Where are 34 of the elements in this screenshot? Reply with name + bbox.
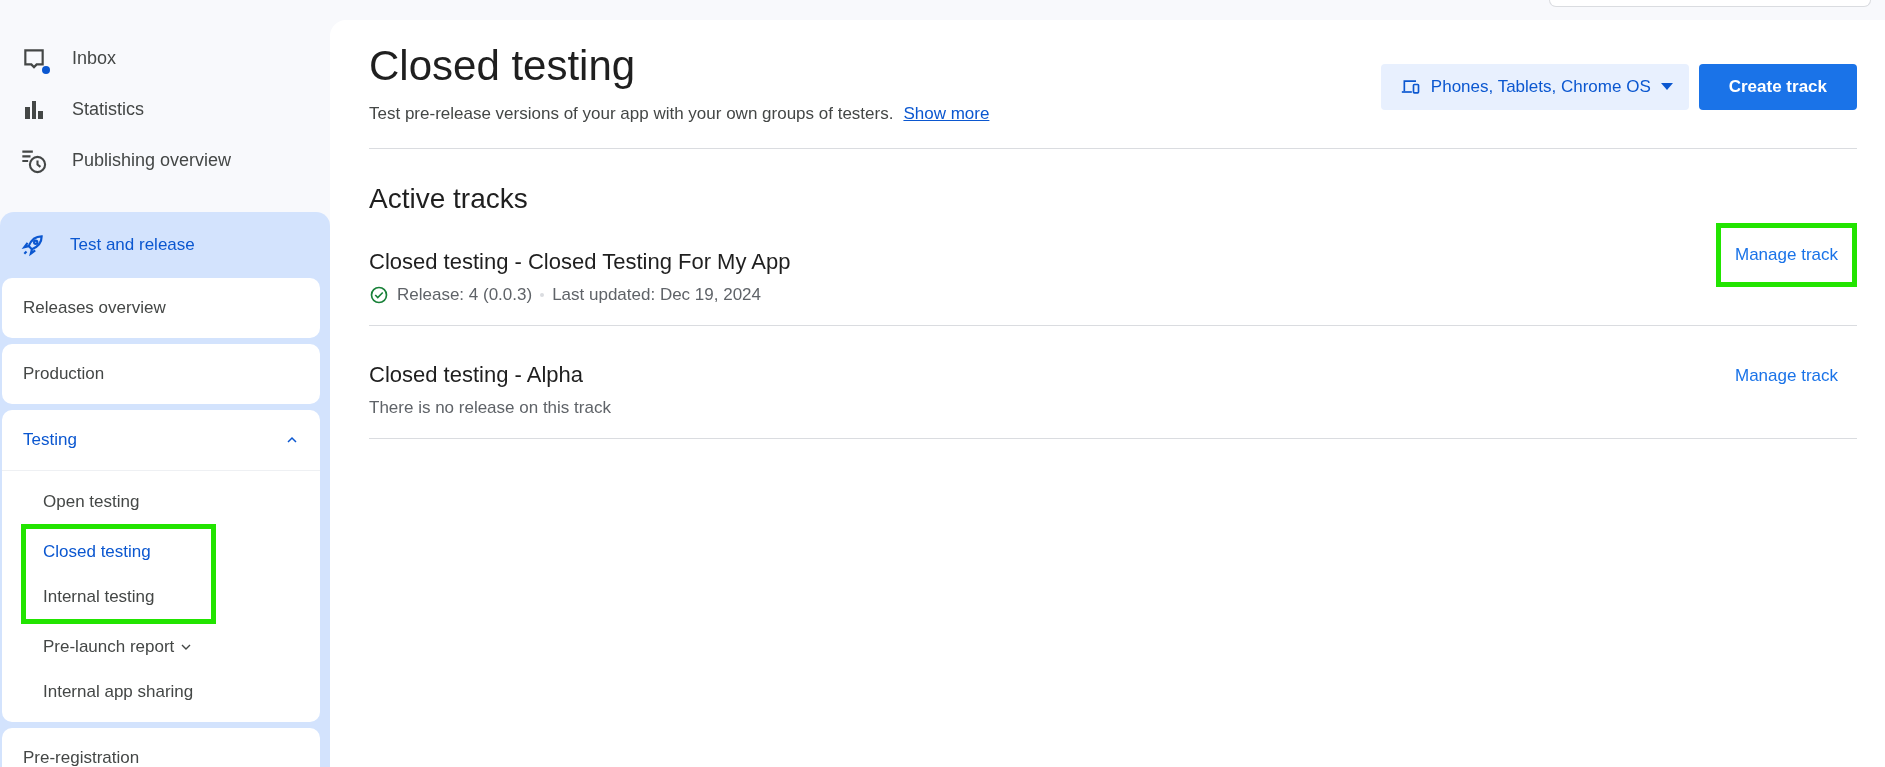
nav-label: Publishing overview — [72, 150, 232, 171]
nav-sub-item[interactable]: Open testing — [2, 479, 320, 524]
nav-sub-item[interactable]: Internal app sharing — [2, 669, 320, 714]
nav-group[interactable]: Pre-registration — [2, 728, 320, 767]
create-track-button[interactable]: Create track — [1698, 64, 1857, 110]
device-filter-dropdown[interactable]: Phones, Tablets, Chrome OS — [1380, 64, 1689, 110]
manage-track-link[interactable]: Manage track — [1716, 223, 1857, 287]
caret-icon — [1660, 83, 1673, 91]
nav-sub-item[interactable]: Internal testing — [26, 574, 211, 619]
nav-label: Inbox — [72, 48, 117, 69]
track-name: Closed testing - Closed Testing For My App — [369, 249, 791, 275]
nav-group[interactable]: Testing — [2, 410, 320, 471]
separator-dot — [540, 293, 545, 297]
track-release: There is no release on this track — [369, 398, 611, 418]
nav-section-title[interactable]: Test and release — [70, 235, 195, 255]
rocket-icon — [20, 232, 46, 258]
nav-item[interactable]: Statistics — [0, 84, 330, 135]
nav-sub-item[interactable]: Closed testing — [26, 529, 211, 574]
nav-item[interactable]: Publishing overview — [0, 135, 330, 186]
manage-track-link[interactable]: Manage track — [1716, 362, 1857, 390]
track-release: Release: 4 (0.0.3) — [397, 285, 533, 305]
nav-item[interactable]: Inbox — [0, 33, 330, 84]
nav-sub-item[interactable]: Pre-launch report — [2, 624, 320, 669]
track-name: Closed testing - Alpha — [369, 362, 585, 388]
track-updated: Last updated: Dec 19, 2024 — [552, 285, 762, 305]
section-heading: Active tracks — [369, 183, 529, 215]
show-more-link[interactable]: Show more — [903, 104, 990, 123]
devices-icon — [1400, 77, 1421, 97]
nav-label: Statistics — [72, 99, 145, 120]
page-description: Test pre-release versions of your app with your own groups of testers. Show more — [369, 104, 990, 124]
nav-group[interactable]: Production — [2, 344, 320, 404]
nav-group[interactable]: Releases overview — [2, 278, 320, 338]
page-title: Closed testing — [369, 42, 637, 90]
search-field[interactable] — [1549, 0, 1871, 7]
